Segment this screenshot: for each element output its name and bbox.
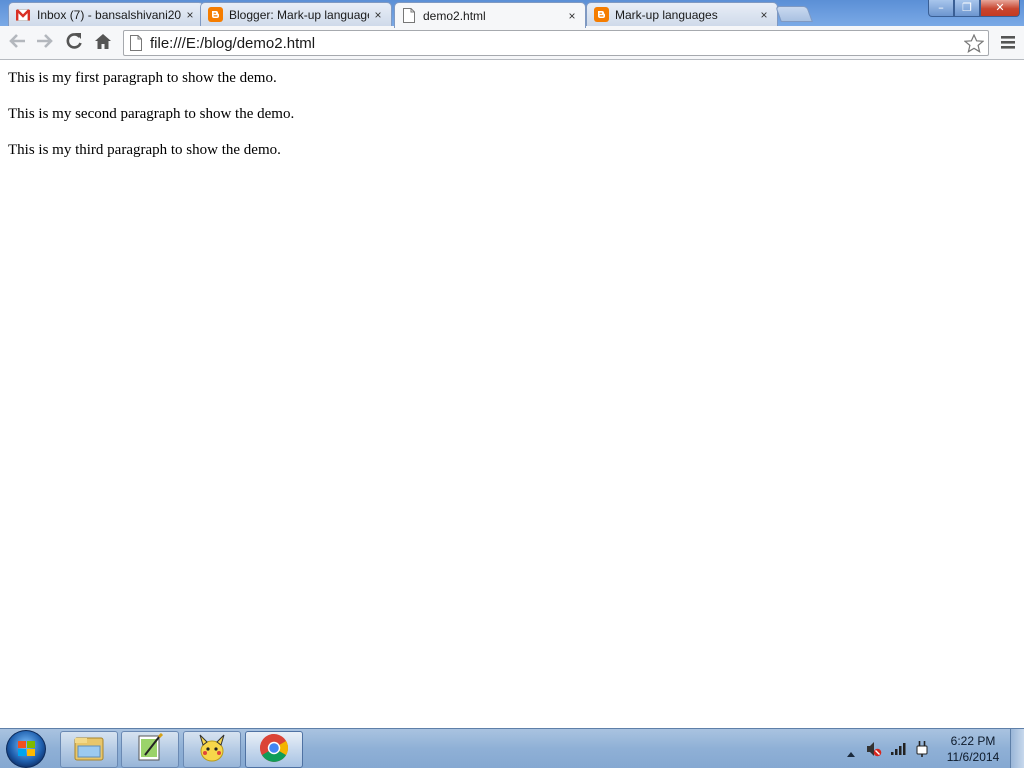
power-plug-icon[interactable] <box>915 740 929 762</box>
tab-title: Blogger: Mark-up language <box>229 7 369 22</box>
browser-titlebar: Inbox (7) - bansalshivani20 × Blogger: M… <box>0 0 1024 28</box>
page-content: This is my first paragraph to show the d… <box>0 61 1024 728</box>
taskbar-app-notepad-plus-plus[interactable] <box>121 731 179 768</box>
page-icon <box>130 35 142 55</box>
taskbar-app-explorer[interactable] <box>60 731 118 768</box>
back-button[interactable] <box>5 31 29 55</box>
tab-close-button[interactable]: × <box>369 8 387 22</box>
tab-title: Mark-up languages <box>615 7 718 22</box>
reload-icon <box>65 32 83 54</box>
windows-taskbar: 6:22 PM 11/6/2014 <box>0 728 1024 768</box>
address-url: file:///E:/blog/demo2.html <box>150 35 316 52</box>
notepad-plus-plus-icon <box>135 732 165 767</box>
tab-close-button[interactable]: × <box>755 8 773 22</box>
forward-arrow-icon <box>36 33 54 53</box>
volume-muted-icon[interactable] <box>866 741 882 761</box>
tab-gmail-inbox[interactable]: Inbox (7) - bansalshivani20 × <box>8 2 204 26</box>
gmail-icon <box>15 7 31 23</box>
reload-button[interactable] <box>62 31 86 55</box>
tab-close-button[interactable]: × <box>563 9 581 23</box>
tab-close-button[interactable]: × <box>181 8 199 22</box>
windows-explorer-icon <box>73 734 105 766</box>
close-window-button[interactable]: ✕ <box>980 0 1020 17</box>
tab-demo2[interactable]: demo2.html × <box>394 2 586 28</box>
taskbar-app-pikachu[interactable] <box>183 731 241 768</box>
hamburger-menu-icon <box>1001 34 1015 53</box>
tab-blogger-markup[interactable]: Blogger: Mark-up language × <box>200 2 392 26</box>
forward-button[interactable] <box>33 31 57 55</box>
page-icon <box>401 8 417 24</box>
browser-toolbar: file:///E:/blog/demo2.html <box>0 26 1024 60</box>
address-bar[interactable]: file:///E:/blog/demo2.html <box>123 30 989 56</box>
tray-show-hidden-icon[interactable] <box>846 743 856 762</box>
blogger-icon <box>207 7 223 23</box>
minimize-button[interactable]: – <box>928 0 954 17</box>
home-icon <box>94 33 112 54</box>
blogger-icon <box>593 7 609 23</box>
tab-title: Inbox (7) - bansalshivani20 <box>37 7 181 22</box>
network-signal-icon[interactable] <box>890 741 908 760</box>
maximize-button[interactable]: ❐ <box>954 0 980 17</box>
home-button[interactable] <box>91 31 115 55</box>
paragraph-1: This is my first paragraph to show the d… <box>8 70 277 86</box>
clock-time: 6:22 PM <box>950 734 996 748</box>
chrome-menu-button[interactable] <box>996 31 1020 55</box>
new-tab-button[interactable] <box>775 6 813 22</box>
clock-date: 11/6/2014 <box>946 750 1000 764</box>
start-button[interactable] <box>6 730 46 768</box>
bookmark-star-icon[interactable] <box>963 33 985 57</box>
chrome-icon <box>259 733 289 767</box>
back-arrow-icon <box>8 33 26 53</box>
pikachu-app-icon <box>196 733 228 767</box>
paragraph-3: This is my third paragraph to show the d… <box>8 142 281 158</box>
tab-title: demo2.html <box>423 8 486 23</box>
tab-markup-languages[interactable]: Mark-up languages × <box>586 2 778 26</box>
show-desktop-button[interactable] <box>1010 729 1024 768</box>
windows-logo-icon <box>18 741 36 761</box>
system-clock[interactable]: 6:22 PM 11/6/2014 <box>940 733 1006 765</box>
paragraph-2: This is my second paragraph to show the … <box>8 106 295 122</box>
taskbar-app-chrome[interactable] <box>245 731 303 768</box>
